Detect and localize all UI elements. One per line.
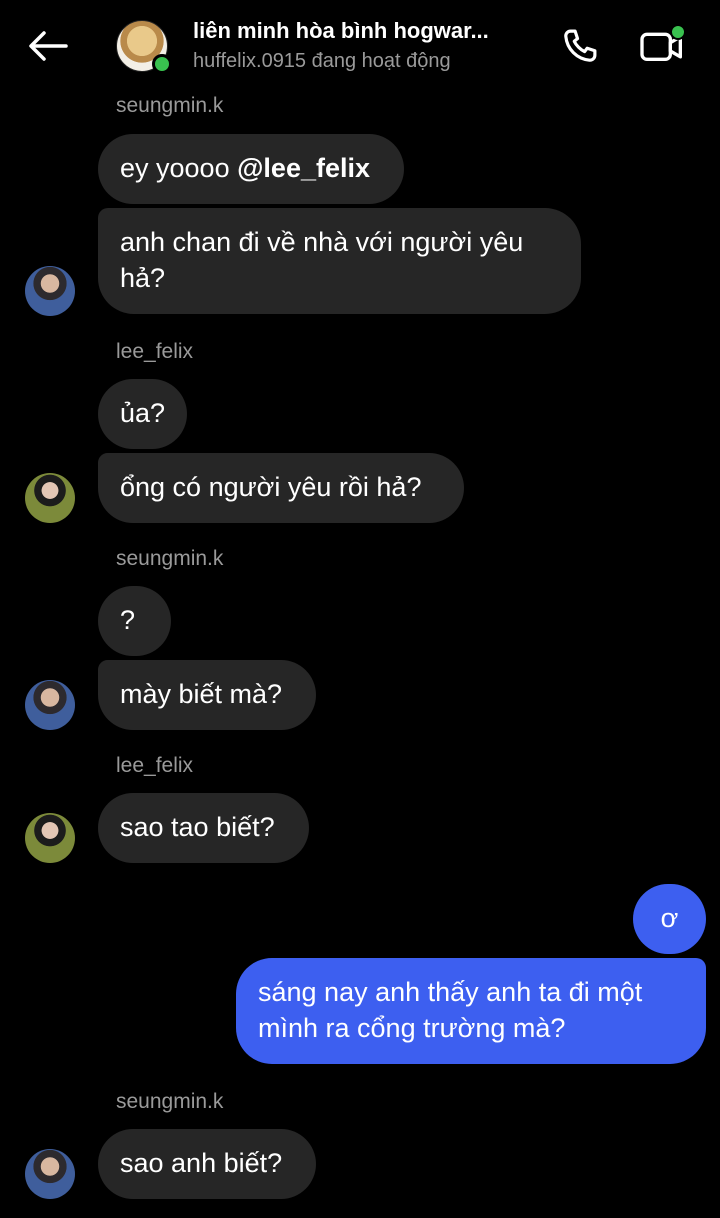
message-text: ey yoooo (120, 153, 238, 183)
avatar-seungmin[interactable] (25, 266, 75, 316)
chat-title-block[interactable]: liên minh hòa bình hogwar... huffelix.09… (193, 18, 523, 73)
chat-header: liên minh hòa bình hogwar... huffelix.09… (0, 0, 720, 92)
audio-call-button[interactable] (556, 24, 604, 68)
avatar-seungmin[interactable] (25, 680, 75, 730)
avatar-felix[interactable] (25, 813, 75, 863)
sender-name: seungmin.k (116, 94, 224, 117)
avatar-felix[interactable] (25, 473, 75, 523)
message-bubble[interactable]: ổng có người yêu rồi hả? (98, 453, 464, 523)
my-message-bubble[interactable]: ơ (633, 884, 706, 954)
sender-name: lee_felix (116, 340, 194, 363)
back-button[interactable] (24, 24, 72, 68)
message-bubble[interactable]: anh chan đi về nhà với người yêu hả? (98, 208, 581, 314)
avatar-seungmin[interactable] (25, 1149, 75, 1199)
video-call-button[interactable] (636, 22, 688, 70)
sender-name: lee_felix (116, 754, 194, 777)
mention-link[interactable]: @lee_felix (237, 153, 370, 183)
my-message-bubble[interactable]: sáng nay anh thấy anh ta đi một mình ra … (236, 958, 706, 1064)
sender-name: seungmin.k (116, 547, 224, 570)
chat-title: liên minh hòa bình hogwar... (193, 18, 489, 43)
back-arrow-icon (29, 31, 68, 61)
message-bubble[interactable]: sao tao biết? (98, 793, 309, 863)
message-bubble[interactable]: sao anh biết? (98, 1129, 316, 1199)
message-bubble[interactable]: ủa? (98, 379, 187, 449)
phone-icon (564, 29, 597, 62)
chat-status: huffelix.0915 đang hoạt động (193, 50, 451, 72)
group-avatar[interactable] (116, 20, 172, 74)
online-indicator (152, 54, 172, 74)
sender-name: seungmin.k (116, 1090, 224, 1113)
message-bubble[interactable]: mày biết mà? (98, 660, 316, 730)
message-bubble[interactable]: ey yoooo @lee_felix (98, 134, 404, 204)
video-active-indicator (670, 24, 686, 40)
message-bubble[interactable]: ? (98, 586, 171, 656)
